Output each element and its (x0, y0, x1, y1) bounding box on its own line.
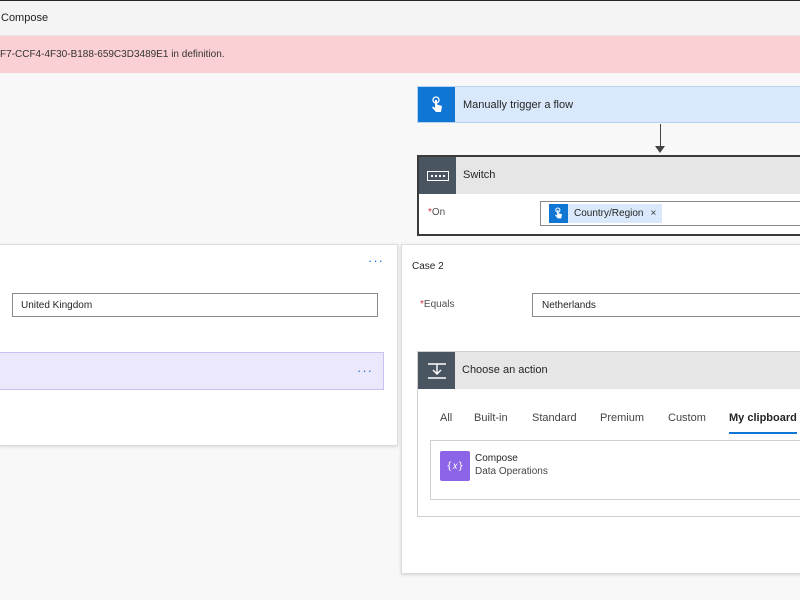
error-message: F7-CCF4-4F30-B188-659C3D3489E1 in defini… (0, 49, 225, 60)
top-bar: Compose (0, 0, 800, 36)
tab-built-in[interactable]: Built-in (474, 412, 508, 424)
switch-icon (419, 157, 456, 194)
hand-tap-icon (549, 204, 568, 223)
on-label: *On (428, 207, 445, 218)
case-1-card[interactable]: ··· United Kingdom ··· (0, 244, 398, 446)
error-banner: F7-CCF4-4F30-B188-659C3D3489E1 in defini… (0, 36, 800, 73)
on-input[interactable]: Country/Region × (540, 201, 800, 226)
tab-custom[interactable]: Custom (668, 412, 706, 424)
switch-card[interactable]: Switch *On Country/Region × (417, 155, 800, 236)
result-title[interactable]: Compose (475, 453, 518, 464)
choose-action-card[interactable]: Choose an action All Built-in Standard P… (417, 351, 800, 517)
choose-action-title: Choose an action (462, 364, 548, 376)
trigger-label: Manually trigger a flow (463, 99, 574, 111)
equals-label-text: Equals (423, 299, 455, 310)
compose-icon: {𝑥} (440, 451, 470, 481)
case-2-equals-value: Netherlands (542, 300, 596, 311)
case-2-card[interactable]: Case 2 *Equals Netherlands Choose an act… (401, 244, 800, 574)
result-subtitle: Data Operations (475, 466, 548, 477)
case-2-title: Case 2 (412, 261, 444, 272)
connector-arrow (655, 146, 665, 153)
choose-action-header[interactable]: Choose an action (418, 352, 800, 389)
equals-label: *Equals (420, 299, 454, 310)
trigger-card[interactable]: Manually trigger a flow (417, 86, 800, 123)
case-1-menu-button[interactable]: ··· (368, 253, 384, 268)
case-1-equals-value: United Kingdom (21, 300, 93, 311)
tab-standard[interactable]: Standard (532, 412, 577, 424)
case-2-equals-input[interactable]: Netherlands (532, 293, 800, 317)
dynamic-content-token[interactable]: Country/Region × (549, 204, 663, 223)
switch-header[interactable]: Switch (419, 157, 800, 194)
case-1-equals-input[interactable]: United Kingdom (12, 293, 378, 317)
tab-my-clipboard[interactable]: My clipboard (729, 412, 797, 434)
clipboard-results: {𝑥} Compose Data Operations (430, 440, 800, 500)
token-label: Country/Region (574, 208, 644, 219)
on-label-text: On (431, 207, 446, 218)
switch-title: Switch (463, 169, 496, 181)
action-icon (418, 352, 455, 389)
page-title: Compose (1, 12, 49, 24)
token-remove-button[interactable]: × (650, 208, 656, 219)
case-1-action-menu-button[interactable]: ··· (357, 363, 373, 378)
hand-tap-icon (418, 87, 455, 122)
tab-all[interactable]: All (440, 412, 452, 424)
tab-premium[interactable]: Premium (600, 412, 644, 424)
case-1-action-card[interactable]: ··· (0, 352, 384, 390)
